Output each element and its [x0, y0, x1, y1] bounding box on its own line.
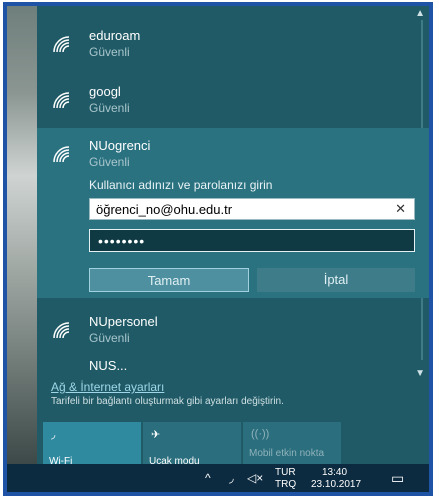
keyboard-layout[interactable]: TRQ	[275, 479, 296, 490]
chevron-up-icon[interactable]: ^	[205, 471, 211, 485]
wifi-icon: ◞	[51, 429, 56, 441]
network-item-googl[interactable]: googl Güvenli	[37, 76, 413, 128]
ok-button[interactable]: Tamam	[89, 268, 249, 292]
network-item-partial[interactable]: NUS...	[37, 358, 413, 372]
scroll-up-arrow[interactable]: ▲	[415, 8, 425, 19]
credentials-prompt: Kullanıcı adınızı ve parolanızı girin	[89, 178, 273, 192]
notification-icon[interactable]: ▭	[391, 470, 404, 487]
password-mask: ••••••••	[98, 233, 146, 249]
airplane-mode-toggle[interactable]: ✈ Uçak modu	[143, 422, 241, 468]
network-item-nupersonel[interactable]: NUpersonel Güvenli	[37, 306, 413, 358]
wifi-secured-icon	[53, 92, 70, 109]
network-name: googl	[89, 84, 121, 99]
cancel-button[interactable]: İptal	[257, 268, 415, 292]
network-name: NUogrenci	[89, 138, 151, 153]
hotspot-icon: ((·))	[251, 428, 270, 440]
network-item-eduroam[interactable]: eduroam Güvenli	[37, 20, 413, 72]
wifi-secured-icon	[53, 322, 70, 339]
network-status: Güvenli	[89, 331, 130, 345]
desktop-background	[7, 6, 37, 492]
wifi-tray-icon[interactable]: ◞	[229, 471, 234, 485]
airplane-icon: ✈	[151, 429, 161, 441]
network-flyout: ▲ ▼ eduroam Güvenli googl Güvenli NUogre…	[37, 6, 429, 464]
wifi-secured-icon	[53, 146, 70, 163]
mobile-hotspot-toggle[interactable]: ((·)) Mobil etkin nokta	[243, 422, 341, 468]
mobile-hotspot-label: Mobil etkin nokta	[249, 448, 325, 459]
network-flyout-frame: ▲ ▼ eduroam Güvenli googl Güvenli NUogre…	[3, 2, 433, 496]
network-settings-description: Tarifeli bir bağlantı oluşturmak gibi ay…	[51, 396, 284, 407]
wifi-toggle[interactable]: ◞ Wi-Fi	[43, 422, 141, 468]
scroll-down-arrow[interactable]: ▼	[415, 368, 425, 379]
network-settings-link[interactable]: Ağ & İnternet ayarları	[51, 380, 164, 394]
network-item-nuogrenci-expanded: NUogrenci Güvenli Kullanıcı adınızı ve p…	[37, 128, 429, 298]
language-code[interactable]: TUR	[275, 467, 296, 478]
username-value: öğrenci_no@ohu.edu.tr	[96, 202, 233, 217]
clear-icon[interactable]: ✕	[395, 201, 406, 217]
network-status: Güvenli	[89, 155, 130, 169]
network-name: NUpersonel	[89, 314, 158, 329]
network-name: NUS...	[89, 358, 128, 372]
network-name: eduroam	[89, 28, 141, 43]
password-field[interactable]: ••••••••	[89, 229, 415, 252]
clock-date[interactable]: 23.10.2017	[311, 479, 361, 490]
clock-time[interactable]: 13:40	[322, 467, 347, 478]
network-status: Güvenli	[89, 101, 130, 115]
wifi-secured-icon	[53, 36, 70, 53]
network-status: Güvenli	[89, 45, 130, 59]
username-field[interactable]: öğrenci_no@ohu.edu.tr ✕	[89, 198, 415, 220]
volume-muted-icon[interactable]: ◁×	[247, 471, 263, 485]
taskbar: ^ ◞ ◁× TUR TRQ 13:40 23.10.2017 ▭	[7, 464, 429, 492]
network-item-nuogrenci[interactable]: NUogrenci Güvenli	[37, 130, 413, 182]
